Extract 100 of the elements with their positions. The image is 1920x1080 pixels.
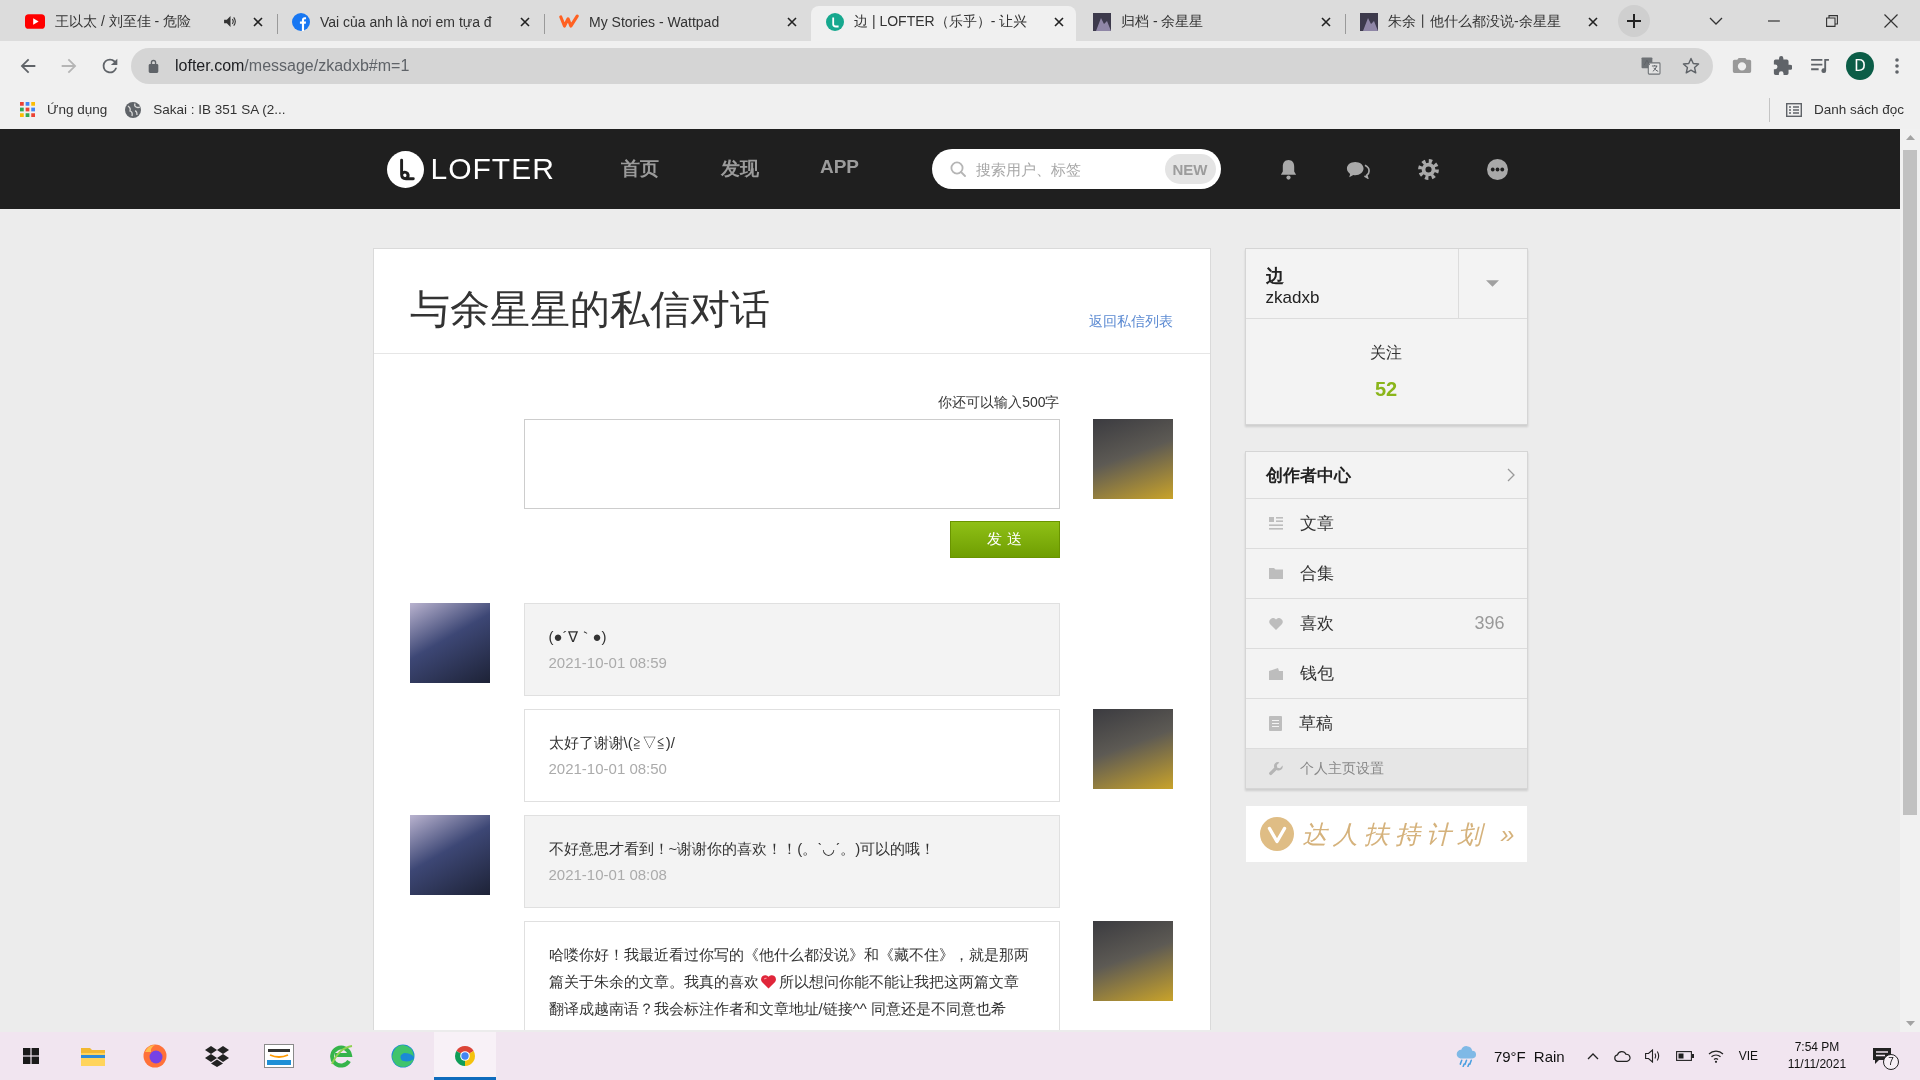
w-logo-icon bbox=[559, 14, 579, 29]
back-link[interactable]: 返回私信列表 bbox=[1088, 311, 1173, 333]
apps-grid-icon bbox=[20, 102, 35, 117]
nav-link[interactable]: 发现 bbox=[709, 156, 770, 182]
nav-link[interactable]: 首页 bbox=[609, 156, 670, 182]
notification-badge: 7 bbox=[1883, 1054, 1899, 1070]
profile-name: 边 bbox=[1265, 264, 1284, 287]
close-icon[interactable] bbox=[253, 16, 263, 27]
document-icon bbox=[1268, 716, 1282, 731]
avatar-placeholder[interactable] bbox=[1092, 709, 1173, 789]
menu-toggle-button[interactable] bbox=[1457, 249, 1527, 318]
folder-icon bbox=[81, 1046, 105, 1066]
minimize-icon[interactable] bbox=[1768, 19, 1780, 22]
message-time: 2021-10-01 08:08 bbox=[548, 865, 667, 885]
bell-icon[interactable] bbox=[1278, 158, 1298, 180]
char-counter: 你还可以输入500字 bbox=[938, 393, 1060, 412]
message-time: 2021-10-01 08:50 bbox=[548, 759, 667, 779]
chevron-up-icon[interactable] bbox=[1586, 1052, 1599, 1060]
clock-date[interactable]: 11/11/2021 bbox=[1787, 1056, 1847, 1073]
f-logo-icon bbox=[292, 12, 310, 31]
browser-tab[interactable]: 王以太 / 刘至佳 - 危险 bbox=[10, 6, 275, 41]
address-field[interactable]: lofter.com/message/zkadxb#m=1 bbox=[131, 47, 1713, 84]
sidebar-item[interactable]: 喜欢 396 bbox=[1245, 599, 1527, 649]
sidebar-item[interactable]: 钱包 bbox=[1245, 649, 1527, 699]
chevron-down-icon[interactable] bbox=[1709, 16, 1723, 25]
lock-icon[interactable] bbox=[148, 58, 159, 73]
restore-icon[interactable] bbox=[1826, 14, 1838, 27]
media-queue-icon[interactable] bbox=[1811, 58, 1830, 73]
settings-icon[interactable] bbox=[1417, 158, 1439, 180]
chrome-logo-icon bbox=[453, 1044, 477, 1068]
nav-link[interactable]: APP bbox=[809, 156, 870, 182]
site-logo[interactable]: LOFTER bbox=[386, 150, 557, 188]
avatar-placeholder[interactable] bbox=[409, 603, 490, 683]
puzzle-icon[interactable] bbox=[1773, 56, 1792, 75]
browser-tab[interactable]: 边 | LOFTER（乐乎）- 让兴 bbox=[811, 6, 1076, 41]
language-indicator[interactable]: VIE bbox=[1738, 1049, 1758, 1063]
close-icon[interactable] bbox=[787, 16, 797, 27]
avatar-placeholder[interactable] bbox=[1092, 921, 1173, 1001]
caret-down-icon bbox=[1486, 280, 1499, 287]
message-text: 太好了谢谢\(≧▽≦)/ bbox=[548, 733, 676, 753]
message-text: (●´∇｀●) bbox=[548, 627, 608, 647]
wifi-icon[interactable] bbox=[1707, 1049, 1724, 1063]
wallet-icon bbox=[1268, 667, 1283, 680]
v-logo-icon bbox=[1259, 817, 1294, 851]
weather-condition[interactable]: Rain bbox=[1533, 1047, 1565, 1065]
sidebar-item[interactable]: 文章 bbox=[1245, 499, 1527, 549]
heart-icon bbox=[1268, 617, 1283, 630]
star-icon[interactable] bbox=[1681, 55, 1701, 76]
folder-icon bbox=[1268, 568, 1283, 579]
globe-icon bbox=[125, 101, 142, 118]
follow-label[interactable]: 关注 bbox=[1370, 342, 1402, 364]
bookmark-item[interactable]: Sakai : IB 351 SA (2... bbox=[119, 95, 292, 124]
close-icon[interactable] bbox=[1054, 16, 1064, 27]
message-text: 哈喽你好！我最近看过你写的《他什么都没说》和《藏不住》，就是那两篇关于朱余的文章。我真的喜欢 所以想问你能不能让我把这两篇文章翻译成越南语？我会标注作者和文章地址/链接^^ 同意还是不同意也希 bbox=[548, 945, 1030, 1019]
translate-icon[interactable] bbox=[1641, 56, 1661, 75]
close-icon[interactable] bbox=[520, 16, 530, 27]
app-tile-icon bbox=[264, 1044, 294, 1068]
battery-icon[interactable] bbox=[1675, 1051, 1694, 1061]
page-title: 与余星星的私信对话 bbox=[409, 286, 770, 333]
l-logo-icon bbox=[826, 12, 844, 31]
heart-icon bbox=[759, 974, 777, 989]
chat-icon[interactable] bbox=[1345, 159, 1370, 179]
logo-mark-icon bbox=[386, 150, 424, 188]
scrollbar-thumb[interactable] bbox=[1903, 150, 1917, 815]
wrench-icon bbox=[1268, 761, 1283, 776]
speaker-icon[interactable] bbox=[1644, 1049, 1662, 1063]
browser-tab[interactable]: 归档 - 余星星 bbox=[1078, 6, 1343, 41]
reading-list-button[interactable]: Danh sách đọc bbox=[1779, 95, 1910, 124]
avatar-placeholder[interactable] bbox=[409, 815, 490, 895]
new-tab-button[interactable] bbox=[1618, 5, 1650, 37]
close-icon[interactable] bbox=[1884, 13, 1898, 28]
item-count: 396 bbox=[1474, 613, 1505, 634]
plus-icon bbox=[1627, 14, 1641, 28]
image-thumbnail-icon bbox=[1093, 12, 1111, 31]
clock-time[interactable]: 7:54 PM bbox=[1794, 1039, 1840, 1056]
avatar-placeholder[interactable] bbox=[1092, 419, 1173, 499]
profile-avatar[interactable]: D bbox=[1846, 51, 1874, 80]
creator-center-link[interactable]: 创作者中心 bbox=[1245, 452, 1527, 499]
cloud-icon[interactable] bbox=[1612, 1050, 1631, 1062]
message-input[interactable] bbox=[523, 419, 1060, 509]
message-text: 不好意思才看到！~谢谢你的喜欢！！(。ˋ◡ˊ。)可以的哦！ bbox=[548, 839, 937, 859]
globe-logo-icon bbox=[143, 1044, 167, 1068]
windows-logo-icon bbox=[23, 1048, 39, 1064]
more-icon[interactable] bbox=[1486, 158, 1508, 180]
e-logo-icon bbox=[329, 1044, 353, 1068]
image-thumbnail-icon bbox=[1360, 12, 1378, 31]
reading-list-icon bbox=[1785, 102, 1802, 117]
bookmark-item[interactable]: Ứng dụng bbox=[14, 95, 114, 124]
weather-temperature[interactable]: 79°F bbox=[1493, 1047, 1526, 1065]
diamond-logo-icon bbox=[205, 1045, 229, 1067]
play-logo-icon bbox=[25, 14, 45, 29]
article-list-icon bbox=[1268, 517, 1283, 530]
speaker-icon[interactable] bbox=[224, 16, 237, 27]
close-icon[interactable] bbox=[1588, 16, 1598, 27]
profile-username: zkadxb bbox=[1265, 286, 1320, 309]
more-icon[interactable] bbox=[1895, 57, 1899, 74]
search-icon bbox=[949, 161, 966, 177]
sidebar-item[interactable]: 合集 bbox=[1245, 549, 1527, 599]
close-icon[interactable] bbox=[1321, 16, 1331, 27]
message-time: 2021-10-01 08:59 bbox=[548, 653, 667, 673]
